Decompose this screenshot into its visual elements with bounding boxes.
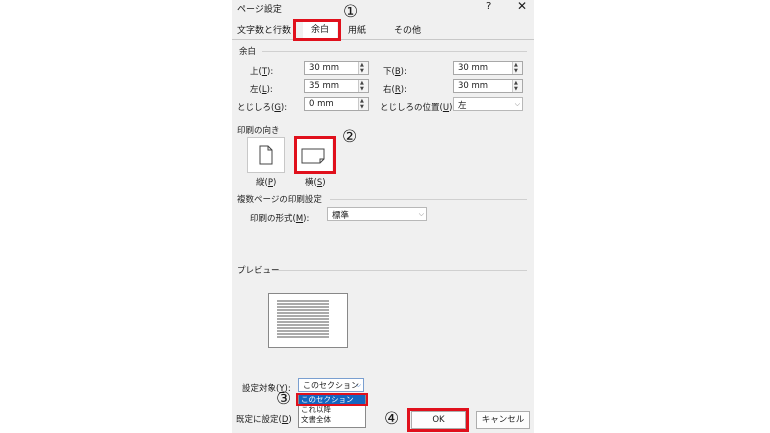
right-margin-label: 右(R): [383, 85, 407, 95]
callout-1: ① [343, 2, 359, 22]
left-margin-label: 左(L): [250, 85, 273, 95]
set-default-button[interactable]: 既定に設定(D) [236, 412, 296, 430]
close-icon[interactable]: ✕ [517, 0, 527, 13]
pages-divider [330, 199, 527, 200]
chevron-down-icon: ⌵ [355, 381, 361, 389]
gutter-input[interactable]: 0 mm ▲ ▼ [304, 97, 369, 111]
print-format-select[interactable]: 標準 ⌵ [327, 207, 427, 221]
gutter-position-label: とじしろの位置(U): [380, 103, 455, 113]
portrait-button[interactable] [247, 137, 285, 173]
landscape-label: 横(S) [305, 178, 326, 188]
cancel-button[interactable]: キャンセル [476, 411, 530, 429]
preview-divider [272, 270, 527, 271]
margins-section-title: 余白 [239, 47, 257, 57]
print-format-label: 印刷の形式(M): [250, 214, 310, 224]
gutter-spinner[interactable]: ▲ ▼ [358, 98, 368, 110]
top-margin-spinner[interactable]: ▲ ▼ [358, 62, 368, 74]
apply-option-following[interactable]: これ以降 [299, 405, 365, 415]
tab-other[interactable]: その他 [394, 23, 421, 36]
tab-paper[interactable]: 用紙 [348, 23, 366, 36]
margins-divider [262, 51, 527, 52]
highlight-landscape-button [294, 136, 336, 174]
bottom-margin-label: 下(B): [383, 67, 407, 77]
callout-4: ④ [384, 409, 400, 429]
chevron-down-icon: ⌵ [418, 210, 424, 218]
help-button[interactable]: ? [486, 1, 491, 12]
tab-chars-lines[interactable]: 文字数と行数 [237, 23, 291, 36]
gutter-label: とじしろ(G): [237, 103, 288, 113]
left-margin-input[interactable]: 35 mm ▲ ▼ [304, 79, 369, 93]
portrait-label: 縦(P) [256, 178, 277, 188]
preview-lines-icon [277, 300, 329, 338]
callout-3: ③ [276, 389, 292, 409]
highlight-margins-tab [293, 19, 341, 41]
right-margin-input[interactable]: 30 mm ▲ ▼ [453, 79, 523, 93]
callout-2: ② [342, 127, 358, 147]
page-setup-dialog: ページ設定 ? ✕ 文字数と行数 余白 用紙 その他 余白 上(T): 30 m… [232, 0, 534, 433]
portrait-page-icon [259, 145, 273, 165]
right-margin-spinner[interactable]: ▲ ▼ [512, 80, 522, 92]
highlight-this-section-option [296, 393, 368, 406]
apply-option-whole-document[interactable]: 文書全体 [299, 415, 365, 425]
apply-to-select[interactable]: このセクション ⌵ [298, 378, 364, 392]
top-margin-input[interactable]: 30 mm ▲ ▼ [304, 61, 369, 75]
bottom-margin-spinner[interactable]: ▲ ▼ [512, 62, 522, 74]
orientation-section-title: 印刷の向き [237, 126, 280, 136]
chevron-down-icon: ⌵ [514, 100, 520, 108]
preview-page [268, 293, 348, 348]
gutter-position-select[interactable]: 左 ⌵ [453, 97, 523, 111]
bottom-margin-input[interactable]: 30 mm ▲ ▼ [453, 61, 523, 75]
dialog-title: ページ設定 [237, 5, 282, 15]
tab-bar: 文字数と行数 余白 用紙 その他 [232, 17, 534, 40]
top-margin-label: 上(T): [250, 67, 274, 77]
highlight-ok-button [407, 408, 469, 432]
left-margin-spinner[interactable]: ▲ ▼ [358, 80, 368, 92]
pages-section-title: 複数ページの印刷設定 [237, 195, 322, 205]
